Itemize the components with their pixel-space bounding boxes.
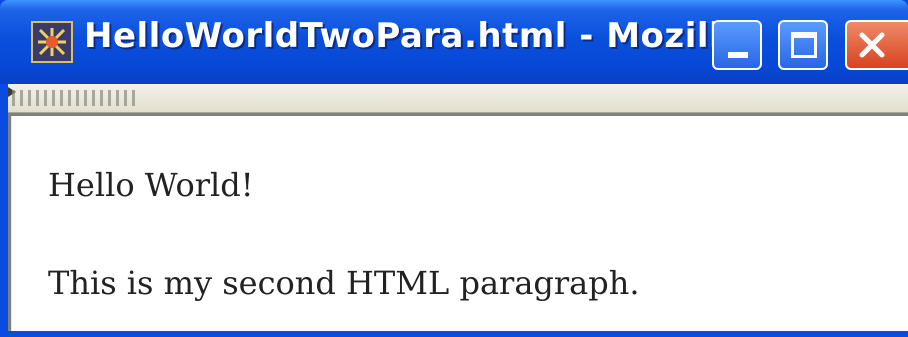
minimize-button[interactable] <box>712 20 762 70</box>
window-title: HelloWorldTwoPara.html - Mozilla <box>84 16 745 56</box>
minimize-icon <box>728 52 748 58</box>
browser-window: HelloWorldTwoPara.html - Mozilla Hello W… <box>0 0 908 337</box>
paragraph-second: This is my second HTML paragraph. <box>48 264 640 302</box>
paragraph-hello: Hello World! <box>48 166 254 204</box>
close-button[interactable] <box>845 20 908 70</box>
page-content: Hello World! This is my second HTML para… <box>12 116 908 331</box>
maximize-button[interactable] <box>778 20 828 70</box>
title-bar[interactable]: HelloWorldTwoPara.html - Mozilla <box>0 0 908 84</box>
mozilla-app-icon <box>31 21 73 63</box>
close-icon <box>859 32 885 58</box>
toolbar-grippy[interactable] <box>12 90 140 106</box>
maximize-icon <box>791 32 817 58</box>
toolbar <box>8 84 908 113</box>
